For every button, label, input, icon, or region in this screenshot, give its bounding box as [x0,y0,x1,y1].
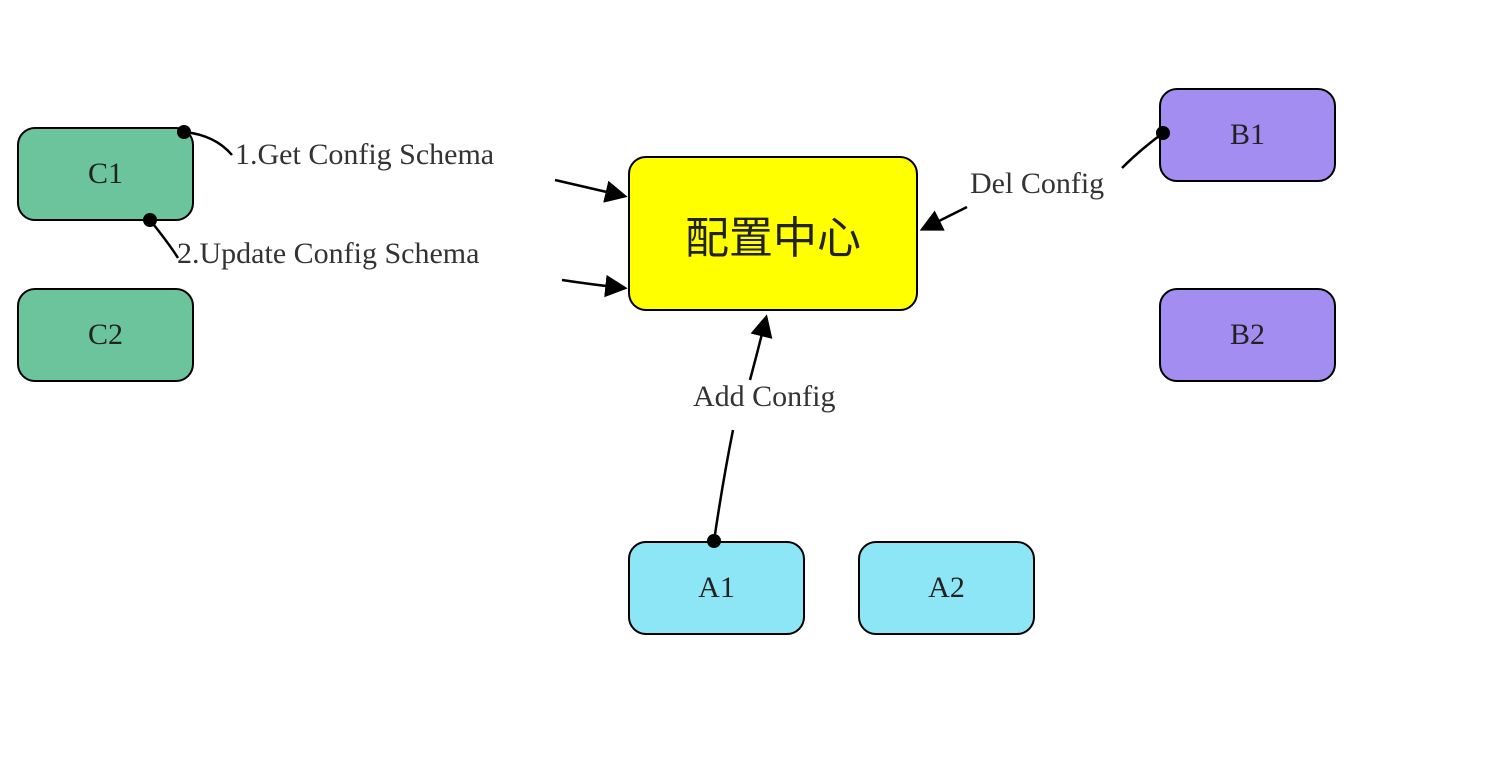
connector-arrow-add-config [750,318,766,380]
node-c1: C1 [17,127,194,221]
node-a1-label: A1 [698,571,735,605]
node-c2-label: C2 [88,318,123,352]
node-c1-label: C1 [88,157,123,191]
edge-label-add-config: Add Config [693,380,836,414]
connector-stub-add-config [714,430,733,541]
node-config-center: 配置中心 [628,156,918,311]
connector-stub-update-schema [150,220,178,258]
edge-label-get-schema: 1.Get Config Schema [235,138,494,172]
edge-label-del-config: Del Config [970,167,1104,201]
node-b1-label: B1 [1230,118,1265,152]
node-a1: A1 [628,541,805,635]
node-b2-label: B2 [1230,318,1265,352]
node-b2: B2 [1159,288,1336,382]
node-config-center-label: 配置中心 [685,202,861,266]
node-a2: A2 [858,541,1035,635]
connector-arrow-del-config [923,207,967,229]
diagram-canvas: 配置中心 C1 C2 B1 B2 A1 A2 1.Get Config Sche… [0,0,1500,766]
node-b1: B1 [1159,88,1336,182]
connector-arrow-get-schema [555,180,624,196]
connector-arrow-update-schema [562,280,624,288]
node-c2: C2 [17,288,194,382]
node-a2-label: A2 [928,571,965,605]
edge-label-update-schema: 2.Update Config Schema [177,237,479,271]
connector-stub-del-config [1122,133,1163,168]
